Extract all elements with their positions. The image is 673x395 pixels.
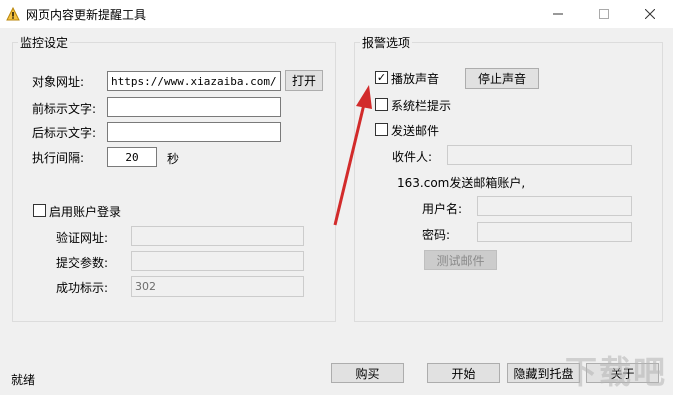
minimize-icon	[553, 13, 563, 15]
password-label: 密码:	[422, 228, 451, 242]
verify-url-label: 验证网址:	[56, 231, 109, 245]
suffix-label: 后标示文字:	[32, 126, 97, 140]
stop-sound-button[interactable]: 停止声音	[465, 68, 539, 89]
play-sound-label: 播放声音	[391, 72, 440, 86]
maximize-button[interactable]	[581, 0, 627, 28]
prefix-label: 前标示文字:	[32, 102, 97, 116]
warning-icon	[6, 7, 20, 21]
account-login-label: 启用账户登录	[49, 205, 122, 219]
recipient-label: 收件人:	[392, 150, 433, 164]
annotation-arrow-icon	[333, 85, 372, 226]
send-mail-checkbox[interactable]	[375, 123, 388, 136]
title-bar: 网页内容更新提醒工具	[0, 0, 673, 28]
url-input[interactable]: https://www.xiazaiba.com/	[107, 71, 281, 91]
window-title: 网页内容更新提醒工具	[26, 8, 147, 22]
monitor-settings-legend: 监控设定	[18, 34, 71, 51]
interval-label: 执行间隔:	[32, 151, 85, 165]
status-text: 就绪	[11, 373, 36, 387]
alarm-options-legend: 报警选项	[360, 34, 413, 51]
interval-input[interactable]: 20	[107, 147, 157, 167]
username-input[interactable]	[477, 196, 632, 216]
open-button[interactable]: 打开	[285, 70, 323, 91]
success-label: 成功标示:	[56, 281, 109, 295]
suffix-input[interactable]	[107, 122, 281, 142]
send-mail-label: 发送邮件	[391, 124, 440, 138]
maximize-icon	[599, 9, 609, 19]
play-sound-checkbox[interactable]: ✓	[375, 71, 388, 84]
close-icon	[645, 9, 655, 19]
password-input[interactable]	[477, 222, 632, 242]
recipient-input[interactable]	[447, 145, 632, 165]
success-input[interactable]: 302	[131, 276, 304, 297]
tray-tip-checkbox[interactable]	[375, 98, 388, 111]
submit-params-input[interactable]	[131, 251, 304, 271]
interval-unit: 秒	[167, 152, 180, 166]
account-login-checkbox[interactable]	[33, 204, 46, 217]
test-mail-button[interactable]: 测试邮件	[424, 250, 497, 270]
check-icon: ✓	[376, 71, 387, 84]
start-button[interactable]: 开始	[427, 363, 500, 383]
username-label: 用户名:	[422, 202, 463, 216]
verify-url-input[interactable]	[131, 226, 304, 246]
url-label: 对象网址:	[32, 75, 85, 89]
close-button[interactable]	[627, 0, 673, 28]
tray-tip-label: 系统栏提示	[391, 99, 452, 113]
watermark: 下载吧	[564, 353, 667, 391]
sender-label: 163.com发送邮箱账户,	[397, 176, 526, 190]
minimize-button[interactable]	[535, 0, 581, 28]
buy-button[interactable]: 购买	[331, 363, 404, 383]
submit-params-label: 提交参数:	[56, 256, 109, 270]
prefix-input[interactable]	[107, 97, 281, 117]
